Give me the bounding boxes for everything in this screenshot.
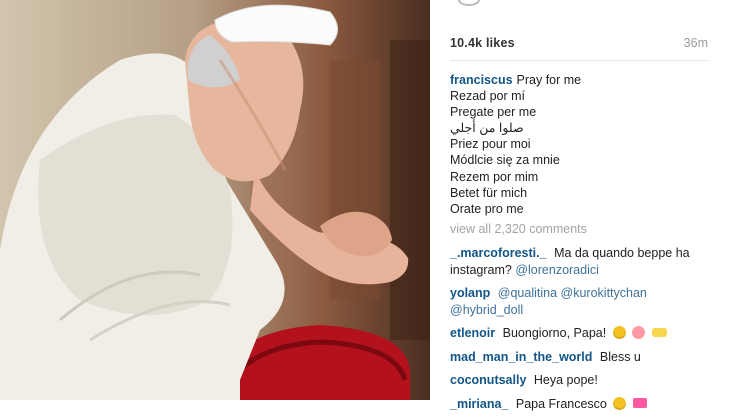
comment: coconutsally Heya pope! [450,372,715,389]
likes-row: 10.4k likes 36m [450,36,708,54]
comment-username[interactable]: _.marcoforesti._ [450,246,547,260]
comment-mention[interactable]: @kurokittychan [561,286,647,300]
comment-text: Heya pope! [533,373,598,387]
caption-line: Orate pro me [450,201,524,216]
avatar[interactable] [458,0,480,6]
caption-line: Rezad por mí [450,89,526,104]
comment: yolanp @qualitina @kurokittychan @hybrid… [450,285,715,318]
comment: _.marcoforesti._ Ma da quando beppe ha i… [450,245,715,278]
smile-emoji-icon [612,326,626,339]
comment-username[interactable]: etlenoir [450,326,495,340]
caption-line: Priez pour moi [450,137,531,152]
comment: _miriana_ Papa Francesco [450,396,715,413]
comments-list: _.marcoforesti._ Ma da quando beppe ha i… [450,245,715,419]
divider [450,60,708,61]
comment-text: Buongiorno, Papa! [502,326,607,340]
comment-mention[interactable]: @lorenzoradici [515,263,599,277]
photo-illustration [0,0,430,400]
comment-username[interactable]: mad_man_in_the_world [450,350,592,364]
comment-username[interactable]: coconutsally [450,373,526,387]
comment-username[interactable]: yolanp [450,286,490,300]
baby-emoji-icon [632,326,646,339]
ribbon-emoji-icon [632,397,647,408]
caption-line: Módlcie się za mnie [450,153,560,168]
caption-line: صلوا من أجلي [450,121,524,136]
comment-text: Bless u [599,349,641,364]
smile-emoji-icon [613,396,627,410]
caption-line: Pray for me [516,73,582,87]
post-time: 36m [683,36,708,50]
caption-line: Pregate per me [450,105,537,120]
post-sidebar: 10.4k likes 36m franciscus Pray for me Re… [430,0,730,411]
post-caption: franciscus Pray for me Rezad por mí Prega… [450,72,710,217]
caption-line: Rezem por mim [450,169,539,184]
clapping-hands-emoji-icon [651,328,667,337]
comment: etlenoir Buongiorno, Papa! [450,325,715,342]
view-all-comments-link[interactable]: view all 2,320 comments [450,222,587,236]
comment-username[interactable]: _miriana_ [450,397,508,411]
comment-mention[interactable]: @qualitina [498,286,557,300]
caption-username[interactable]: franciscus [450,73,513,87]
post-photo[interactable] [0,0,430,400]
caption-line: Betet für mich [450,185,528,200]
comment-mention[interactable]: @hybrid_doll [450,303,523,317]
comment: mad_man_in_the_world Bless u [450,349,715,366]
comment-text: Papa Francesco [515,396,607,411]
likes-count[interactable]: 10.4k likes [450,36,515,50]
